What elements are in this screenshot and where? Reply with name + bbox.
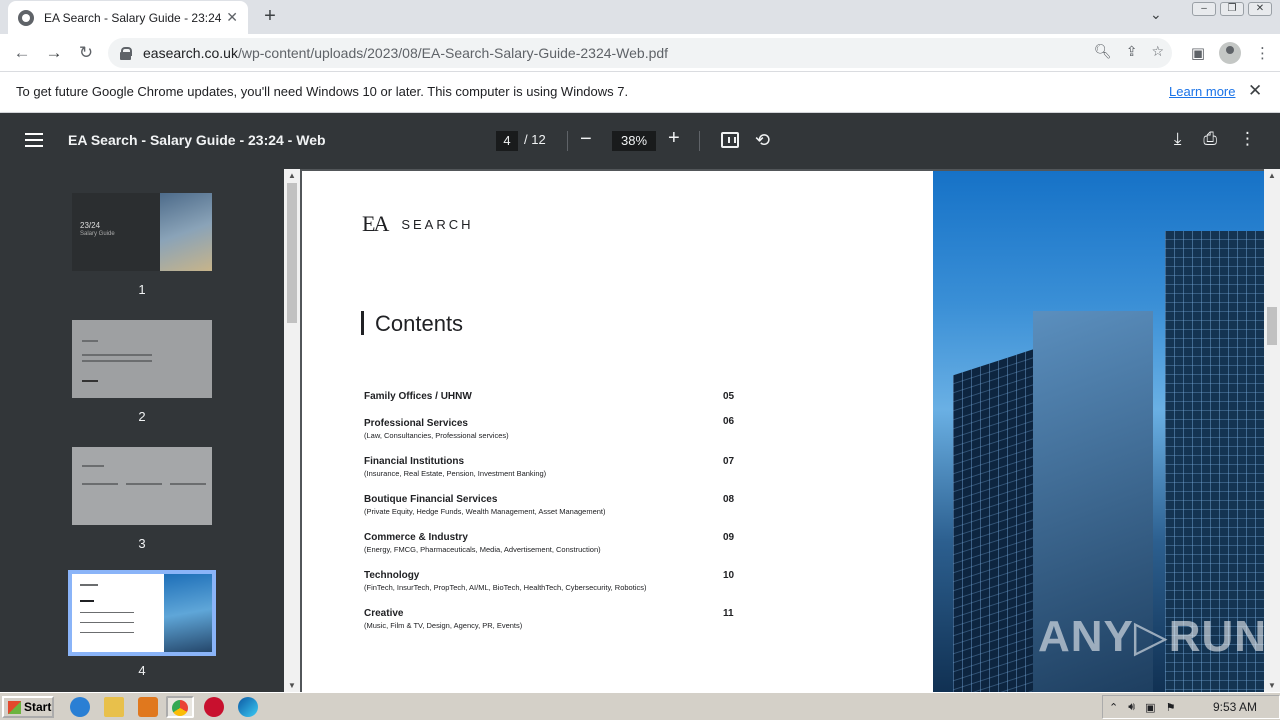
toc-item: Commerce & Industry (Energy, FMCG, Pharm… bbox=[364, 532, 735, 554]
profile-avatar[interactable] bbox=[1219, 42, 1241, 64]
omnibox-actions: 🔍︎ ⇪ ☆ bbox=[1094, 43, 1164, 60]
tab-search-icon[interactable]: ⌄ bbox=[1150, 6, 1162, 23]
scroll-up-arrow[interactable]: ▲ bbox=[1268, 171, 1276, 180]
thumbnail-number: 3 bbox=[138, 536, 146, 551]
forward-button[interactable]: → bbox=[42, 41, 66, 65]
toc-item: Professional Services (Law, Consultancie… bbox=[364, 416, 735, 440]
scroll-down-arrow[interactable]: ▼ bbox=[288, 681, 296, 690]
chrome-menu-icon[interactable]: ⋮ bbox=[1255, 44, 1270, 62]
page-thumbnail-1[interactable]: 23/24 Salary Guide bbox=[72, 193, 212, 271]
print-icon[interactable]: ⎙ bbox=[1203, 129, 1217, 149]
address-bar[interactable]: easearch.co.uk/wp-content/uploads/2023/0… bbox=[108, 38, 1172, 68]
network-icon[interactable]: ▣ bbox=[1145, 701, 1155, 714]
skyscraper-photo: ANY▷RUN bbox=[933, 171, 1264, 692]
heading-accent-bar bbox=[361, 311, 364, 335]
tab-close-button[interactable]: ✕ bbox=[226, 9, 238, 26]
internet-explorer-icon[interactable] bbox=[70, 697, 90, 717]
pdf-page: EA SEARCH Contents Family Offices / UHNW… bbox=[302, 171, 1264, 692]
download-icon[interactable]: ⤓ bbox=[1174, 129, 1182, 149]
infobar-close-button[interactable]: ✕ bbox=[1248, 81, 1262, 101]
new-tab-button[interactable]: + bbox=[258, 4, 282, 28]
document-scrollbar[interactable]: ▲ ▼ bbox=[1264, 169, 1280, 692]
page-thumbnail-2[interactable] bbox=[72, 320, 212, 398]
toc-item: Family Offices / UHNW 05 bbox=[364, 391, 735, 402]
file-explorer-icon[interactable] bbox=[104, 697, 124, 717]
start-button[interactable]: Start bbox=[2, 696, 54, 718]
update-infobar: To get future Google Chrome updates, you… bbox=[0, 72, 1280, 113]
show-hidden-icons-icon[interactable]: ⌃ bbox=[1109, 701, 1118, 714]
contents-heading: Contents bbox=[375, 311, 464, 336]
chrome-taskbar-button[interactable] bbox=[166, 696, 194, 718]
thumbnail-title: 23/24 bbox=[80, 221, 101, 230]
thumbnail-number: 2 bbox=[138, 409, 146, 424]
edge-icon[interactable] bbox=[238, 697, 258, 717]
thumbnail-sidebar: 23/24 Salary Guide 1 2 3 4 bbox=[0, 169, 284, 692]
media-player-icon[interactable] bbox=[138, 697, 158, 717]
side-panel-icon[interactable]: ▣ bbox=[1191, 44, 1205, 62]
tab-strip: EA Search - Salary Guide - 23:24 - Web ✕… bbox=[0, 0, 1280, 34]
page-thumbnail-4[interactable] bbox=[68, 570, 216, 656]
bookmark-star-icon[interactable]: ☆ bbox=[1151, 43, 1164, 60]
back-button[interactable]: ← bbox=[10, 41, 34, 65]
restore-button[interactable]: ❐ bbox=[1220, 2, 1244, 16]
scroll-down-arrow[interactable]: ▼ bbox=[1268, 681, 1276, 690]
thumbnail-number: 4 bbox=[138, 663, 146, 678]
infobar-message: To get future Google Chrome updates, you… bbox=[16, 84, 629, 99]
scrollbar-thumb[interactable] bbox=[287, 183, 297, 323]
share-icon[interactable]: ⇪ bbox=[1126, 43, 1138, 60]
zoom-in-button[interactable]: + bbox=[668, 127, 680, 150]
browser-toolbar: ← → ↻ easearch.co.uk/wp-content/uploads/… bbox=[0, 34, 1280, 72]
thumbnail-subtitle: Salary Guide bbox=[80, 231, 115, 237]
zoom-level-input[interactable]: 38% bbox=[612, 131, 656, 151]
opera-icon[interactable] bbox=[204, 697, 224, 717]
minimize-button[interactable]: – bbox=[1192, 2, 1216, 16]
reload-button[interactable]: ↻ bbox=[74, 41, 98, 65]
thumbnail-number: 1 bbox=[138, 282, 146, 297]
tab-title: EA Search - Salary Guide - 23:24 - Web bbox=[44, 10, 224, 25]
learn-more-link[interactable]: Learn more bbox=[1169, 84, 1235, 99]
thumbnail-photo bbox=[160, 193, 212, 271]
chrome-icon bbox=[172, 700, 188, 716]
zoom-out-button[interactable]: − bbox=[580, 128, 592, 151]
url-text[interactable]: easearch.co.uk/wp-content/uploads/2023/0… bbox=[143, 45, 668, 61]
toc-item: Financial Institutions (Insurance, Real … bbox=[364, 456, 735, 478]
thumbnail-photo bbox=[164, 574, 212, 652]
ea-search-logo: EA SEARCH bbox=[362, 211, 474, 236]
document-viewport: EA SEARCH Contents Family Offices / UHNW… bbox=[300, 169, 1264, 692]
scrollbar-thumb[interactable] bbox=[1267, 307, 1277, 345]
windows-logo-icon bbox=[8, 700, 21, 714]
lock-icon[interactable] bbox=[120, 46, 132, 60]
windows-taskbar: Start ⌃ 🔊︎ ▣ ⚑ 9:53 AM bbox=[0, 692, 1280, 720]
toolbar-right: ▣ ⋮ bbox=[1191, 42, 1270, 64]
hamburger-menu-icon[interactable] bbox=[25, 133, 43, 147]
toc-item: Boutique Financial Services (Private Equ… bbox=[364, 494, 735, 516]
more-options-icon[interactable]: ⋮ bbox=[1239, 129, 1256, 149]
clock[interactable]: 9:53 AM bbox=[1213, 700, 1257, 714]
zoom-icon[interactable]: 🔍︎ bbox=[1094, 43, 1112, 60]
anyrun-watermark: ANY▷RUN bbox=[1038, 612, 1264, 661]
close-window-button[interactable]: ✕ bbox=[1248, 2, 1272, 16]
rotate-icon[interactable]: ⟲ bbox=[755, 130, 770, 151]
system-tray: ⌃ 🔊︎ ▣ ⚑ 9:53 AM bbox=[1102, 695, 1280, 719]
pdf-actions: ⤓ ⎙ ⋮ bbox=[1174, 129, 1256, 149]
page-thumbnail-3[interactable] bbox=[72, 447, 212, 525]
action-center-flag-icon[interactable]: ⚑ bbox=[1166, 701, 1176, 714]
page-number-input[interactable]: 4 bbox=[496, 131, 518, 151]
toc-item: Technology (FinTech, InsurTech, PropTech… bbox=[364, 570, 735, 592]
divider bbox=[567, 131, 568, 151]
window-controls: – ❐ ✕ bbox=[1192, 2, 1272, 16]
divider bbox=[699, 131, 700, 151]
pdf-toolbar: EA Search - Salary Guide - 23:24 - Web 4… bbox=[0, 113, 1280, 169]
volume-icon[interactable]: 🔊︎ bbox=[1128, 701, 1135, 714]
fit-page-icon[interactable] bbox=[721, 132, 739, 148]
toc-item: Creative (Music, Film & TV, Design, Agen… bbox=[364, 608, 734, 630]
browser-tab[interactable]: EA Search - Salary Guide - 23:24 - Web ✕ bbox=[8, 1, 248, 34]
scroll-up-arrow[interactable]: ▲ bbox=[288, 171, 296, 180]
page-total: / 12 bbox=[524, 132, 546, 147]
globe-icon bbox=[18, 9, 34, 26]
pdf-title: EA Search - Salary Guide - 23:24 - Web bbox=[68, 132, 326, 148]
sidebar-scrollbar[interactable]: ▲ ▼ bbox=[284, 169, 300, 692]
